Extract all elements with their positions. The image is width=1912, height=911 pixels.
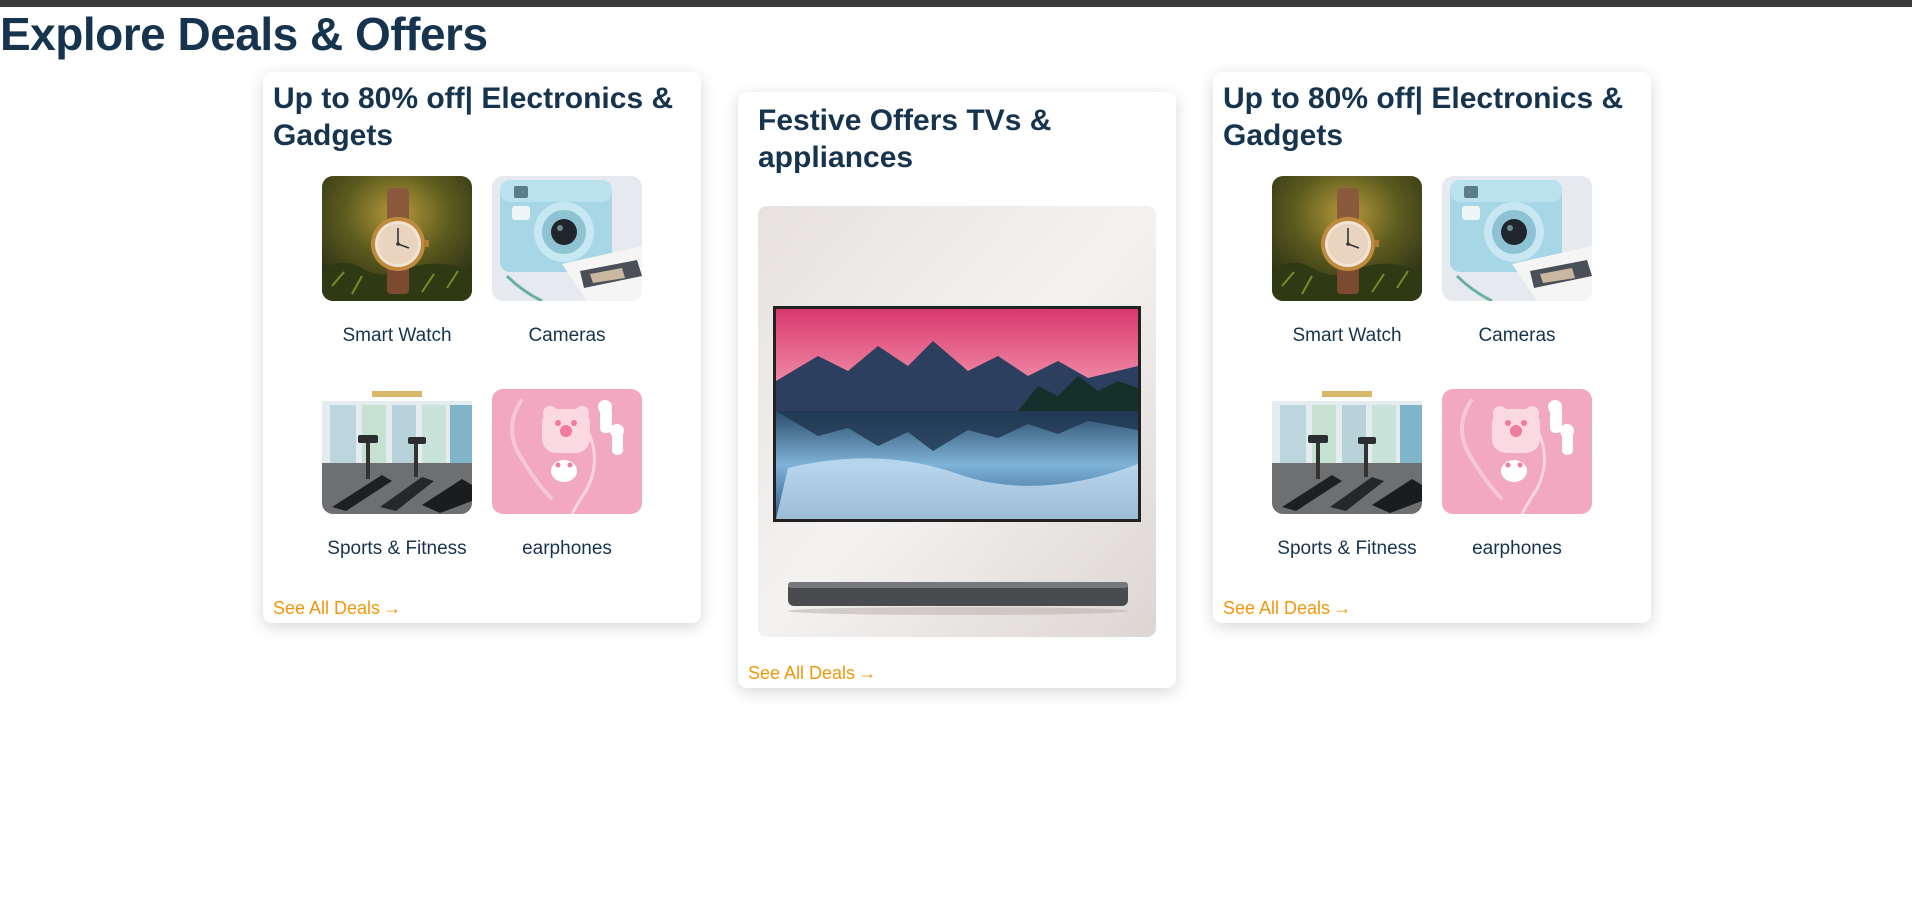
deal-tile-smart-watch[interactable]: Smart Watch	[322, 176, 472, 347]
deal-tile-smart-watch[interactable]: Smart Watch	[1272, 176, 1422, 347]
deal-card-electronics-2: Up to 80% off| Electronics & Gadgets Sma…	[1213, 72, 1651, 623]
smart-watch-image[interactable]	[322, 176, 472, 301]
arrow-right-icon[interactable]: →	[858, 663, 876, 683]
deal-tile-sports-fitness[interactable]: Sports & Fitness	[322, 389, 472, 560]
tile-label[interactable]: Sports & Fitness	[322, 538, 472, 560]
deal-card-tvs-appliances: Festive Offers TVs & appliances See All …	[738, 92, 1176, 688]
see-all-label[interactable]: See All Deals	[1223, 598, 1330, 618]
see-all-label[interactable]: See All Deals	[748, 663, 855, 683]
tile-label[interactable]: earphones	[1442, 538, 1592, 560]
see-all-deals-link[interactable]: See All Deals →	[273, 597, 401, 619]
gym-treadmill-image[interactable]	[1272, 389, 1422, 514]
wall-tv-image[interactable]	[758, 206, 1156, 637]
gym-treadmill-image[interactable]	[322, 389, 472, 514]
see-all-deals-link[interactable]: See All Deals →	[748, 662, 876, 684]
deal-tile-earphones[interactable]: earphones	[492, 389, 642, 560]
deal-tile-cameras[interactable]: Cameras	[492, 176, 642, 347]
earphones-case-image[interactable]	[1442, 389, 1592, 514]
tile-label[interactable]: Smart Watch	[1272, 325, 1422, 347]
deal-tile-sports-fitness[interactable]: Sports & Fitness	[1272, 389, 1422, 560]
card-title: Festive Offers TVs & appliances	[758, 104, 1052, 174]
tile-label[interactable]: Smart Watch	[322, 325, 472, 347]
tile-label[interactable]: Sports & Fitness	[1272, 538, 1422, 560]
tile-label[interactable]: Cameras	[492, 325, 642, 347]
tile-label[interactable]: Cameras	[1442, 325, 1592, 347]
page-title: Explore Deals & Offers	[0, 8, 488, 60]
arrow-right-icon[interactable]: →	[383, 598, 401, 618]
deal-tile-cameras[interactable]: Cameras	[1442, 176, 1592, 347]
card-title: Up to 80% off| Electronics & Gadgets	[1223, 82, 1624, 152]
camera-image[interactable]	[492, 176, 642, 301]
top-bar	[0, 0, 1912, 7]
arrow-right-icon[interactable]: →	[1333, 598, 1351, 618]
deal-tile-earphones[interactable]: earphones	[1442, 389, 1592, 560]
deal-card-electronics: Up to 80% off| Electronics & Gadgets Sma…	[263, 72, 701, 623]
camera-image[interactable]	[1442, 176, 1592, 301]
see-all-label[interactable]: See All Deals	[273, 598, 380, 618]
earphones-case-image[interactable]	[492, 389, 642, 514]
smart-watch-image[interactable]	[1272, 176, 1422, 301]
tile-label[interactable]: earphones	[492, 538, 642, 560]
see-all-deals-link[interactable]: See All Deals →	[1223, 597, 1351, 619]
card-title: Up to 80% off| Electronics & Gadgets	[273, 82, 674, 152]
